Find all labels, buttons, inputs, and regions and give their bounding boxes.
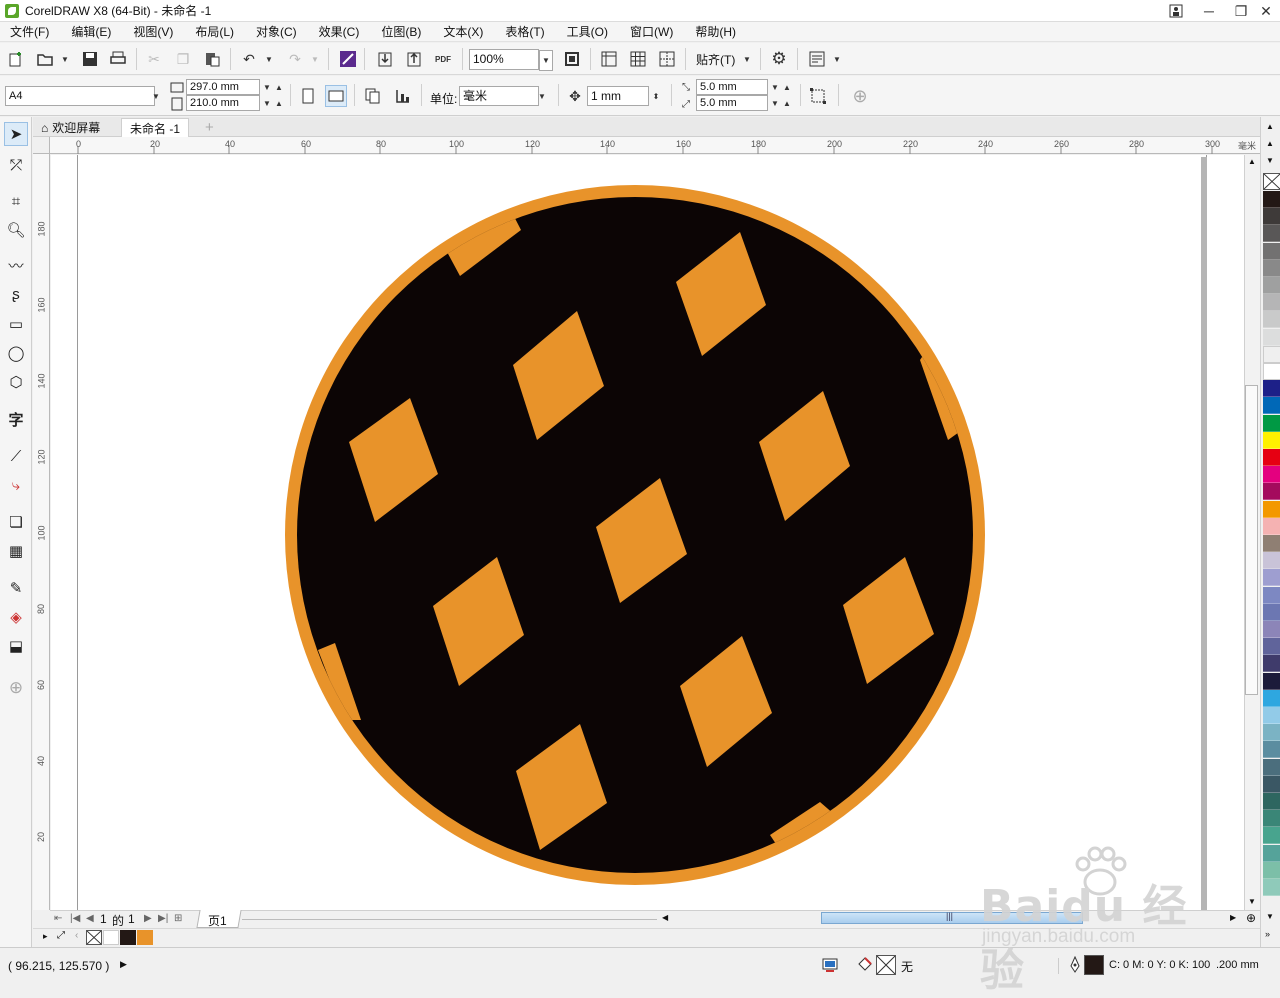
palette-color-swatch[interactable] xyxy=(1263,638,1280,656)
palette-color-swatch[interactable] xyxy=(1263,225,1280,243)
palette-color-swatch[interactable] xyxy=(1263,466,1280,484)
scroll-up-arrow-icon[interactable]: ▲ xyxy=(1248,157,1256,166)
palette-color-swatch[interactable] xyxy=(1263,810,1280,828)
palette-expand-icon[interactable]: » xyxy=(1265,929,1270,939)
palette-color-swatch[interactable] xyxy=(1263,569,1280,587)
palette-color-swatch[interactable] xyxy=(1263,707,1280,724)
baidu-jingyan-watermark: Baidu 经验 jingyan.baidu.com xyxy=(980,838,1230,996)
page-tab-label: 页1 xyxy=(208,914,227,928)
palette-color-swatch[interactable] xyxy=(1263,259,1280,277)
last-page-icon[interactable]: ▶| xyxy=(158,913,168,924)
palette-color-swatch[interactable] xyxy=(1263,689,1280,707)
fill-bucket-icon[interactable] xyxy=(856,956,874,974)
palette-color-swatch[interactable] xyxy=(1263,793,1280,810)
palette-color-swatch[interactable] xyxy=(1263,242,1280,260)
palette-color-swatch[interactable] xyxy=(1263,483,1280,501)
palette-color-swatch[interactable] xyxy=(1263,758,1280,776)
artwork-layer xyxy=(285,185,985,885)
fill-none-swatch[interactable] xyxy=(876,955,896,975)
palette-menu-chevron-icon[interactable]: ▼ xyxy=(1266,156,1274,165)
palette-color-swatch[interactable] xyxy=(1263,724,1280,742)
doc-palette-left-icon[interactable]: ‹ xyxy=(75,930,78,941)
cursor-coordinates: ( 96.215, 125.570 ) xyxy=(8,959,110,973)
doc-swatch-orange[interactable] xyxy=(137,930,153,945)
palette-color-swatch[interactable] xyxy=(1263,621,1280,638)
total-pages: 1 xyxy=(128,912,135,926)
palette-color-swatch[interactable] xyxy=(1263,879,1280,896)
page-of-label: 的 xyxy=(112,914,125,928)
first-page-icon[interactable]: ⇤ xyxy=(54,913,62,924)
palette-color-swatch[interactable] xyxy=(1263,775,1280,793)
palette-color-swatch[interactable] xyxy=(1263,586,1280,604)
palette-color-swatch[interactable] xyxy=(1263,311,1280,329)
palette-color-swatch[interactable] xyxy=(1263,208,1280,226)
status-expand-icon[interactable]: ▶ xyxy=(120,959,127,970)
palette-color-swatch[interactable] xyxy=(1263,414,1280,432)
palette-scroll-up2-icon[interactable]: ▲ xyxy=(1266,139,1274,148)
doc-palette-expand-icon[interactable]: ▸ xyxy=(43,931,48,942)
doc-swatch-white[interactable] xyxy=(103,930,119,945)
palette-color-swatch[interactable] xyxy=(1263,431,1280,449)
palette-color-swatch[interactable] xyxy=(1263,328,1280,346)
palette-color-swatch[interactable] xyxy=(1263,500,1280,518)
doc-swatch-dark[interactable] xyxy=(120,930,136,945)
palette-color-swatch[interactable] xyxy=(1263,345,1280,363)
color-proof-icon[interactable] xyxy=(822,957,838,973)
palette-color-swatch[interactable] xyxy=(1263,535,1280,552)
no-color-swatch[interactable] xyxy=(1263,173,1280,190)
eyedropper-icon[interactable]: ⤢ xyxy=(57,930,65,941)
scroll-grip-icon: ||| xyxy=(946,911,954,921)
hscroll-right-icon[interactable]: ▶ xyxy=(1230,913,1236,922)
add-page-icon[interactable]: ⊞ xyxy=(174,913,182,924)
palette-color-swatch[interactable] xyxy=(1263,294,1280,312)
prev-page-icon[interactable]: |◀ xyxy=(70,913,80,924)
palette-color-swatch[interactable] xyxy=(1263,517,1280,535)
zoom-pan-icon[interactable]: ⊕ xyxy=(1246,911,1256,925)
watermark-url: jingyan.baidu.com xyxy=(982,926,1136,947)
palette-color-swatch[interactable] xyxy=(1263,603,1280,621)
palette-color-swatch[interactable] xyxy=(1263,363,1280,380)
page-tab-divider xyxy=(242,919,657,920)
palette-color-swatch[interactable] xyxy=(1263,861,1280,879)
palette-color-swatch[interactable] xyxy=(1263,741,1280,759)
palette-color-swatch[interactable] xyxy=(1263,844,1280,862)
color-palette: ▲ ▲ ▼ ▼ » xyxy=(1260,117,1280,947)
palette-color-swatch[interactable] xyxy=(1263,380,1280,398)
hscroll-left-icon[interactable]: ◀ xyxy=(662,913,668,922)
palette-scroll-up-icon[interactable]: ▲ xyxy=(1266,122,1274,131)
palette-color-swatch[interactable] xyxy=(1263,827,1280,845)
palette-color-swatch[interactable] xyxy=(1263,552,1280,570)
palette-color-swatch[interactable] xyxy=(1263,449,1280,466)
scroll-down-arrow-icon[interactable]: ▼ xyxy=(1248,897,1256,906)
back-page-icon[interactable]: ◀ xyxy=(86,913,94,924)
palette-color-swatch[interactable] xyxy=(1263,397,1280,415)
fill-status-label: 无 xyxy=(901,960,914,974)
palette-color-swatch[interactable] xyxy=(1263,672,1280,690)
vertical-scroll-thumb[interactable] xyxy=(1245,385,1258,695)
palette-color-swatch[interactable] xyxy=(1263,277,1280,294)
current-page-number[interactable]: 1 xyxy=(100,912,107,926)
doc-swatch-none[interactable] xyxy=(86,930,102,945)
palette-scroll-down-icon[interactable]: ▼ xyxy=(1266,912,1274,921)
next-page-icon[interactable]: ▶ xyxy=(144,913,152,924)
palette-color-swatch[interactable] xyxy=(1263,191,1280,208)
palette-color-swatch[interactable] xyxy=(1263,655,1280,673)
